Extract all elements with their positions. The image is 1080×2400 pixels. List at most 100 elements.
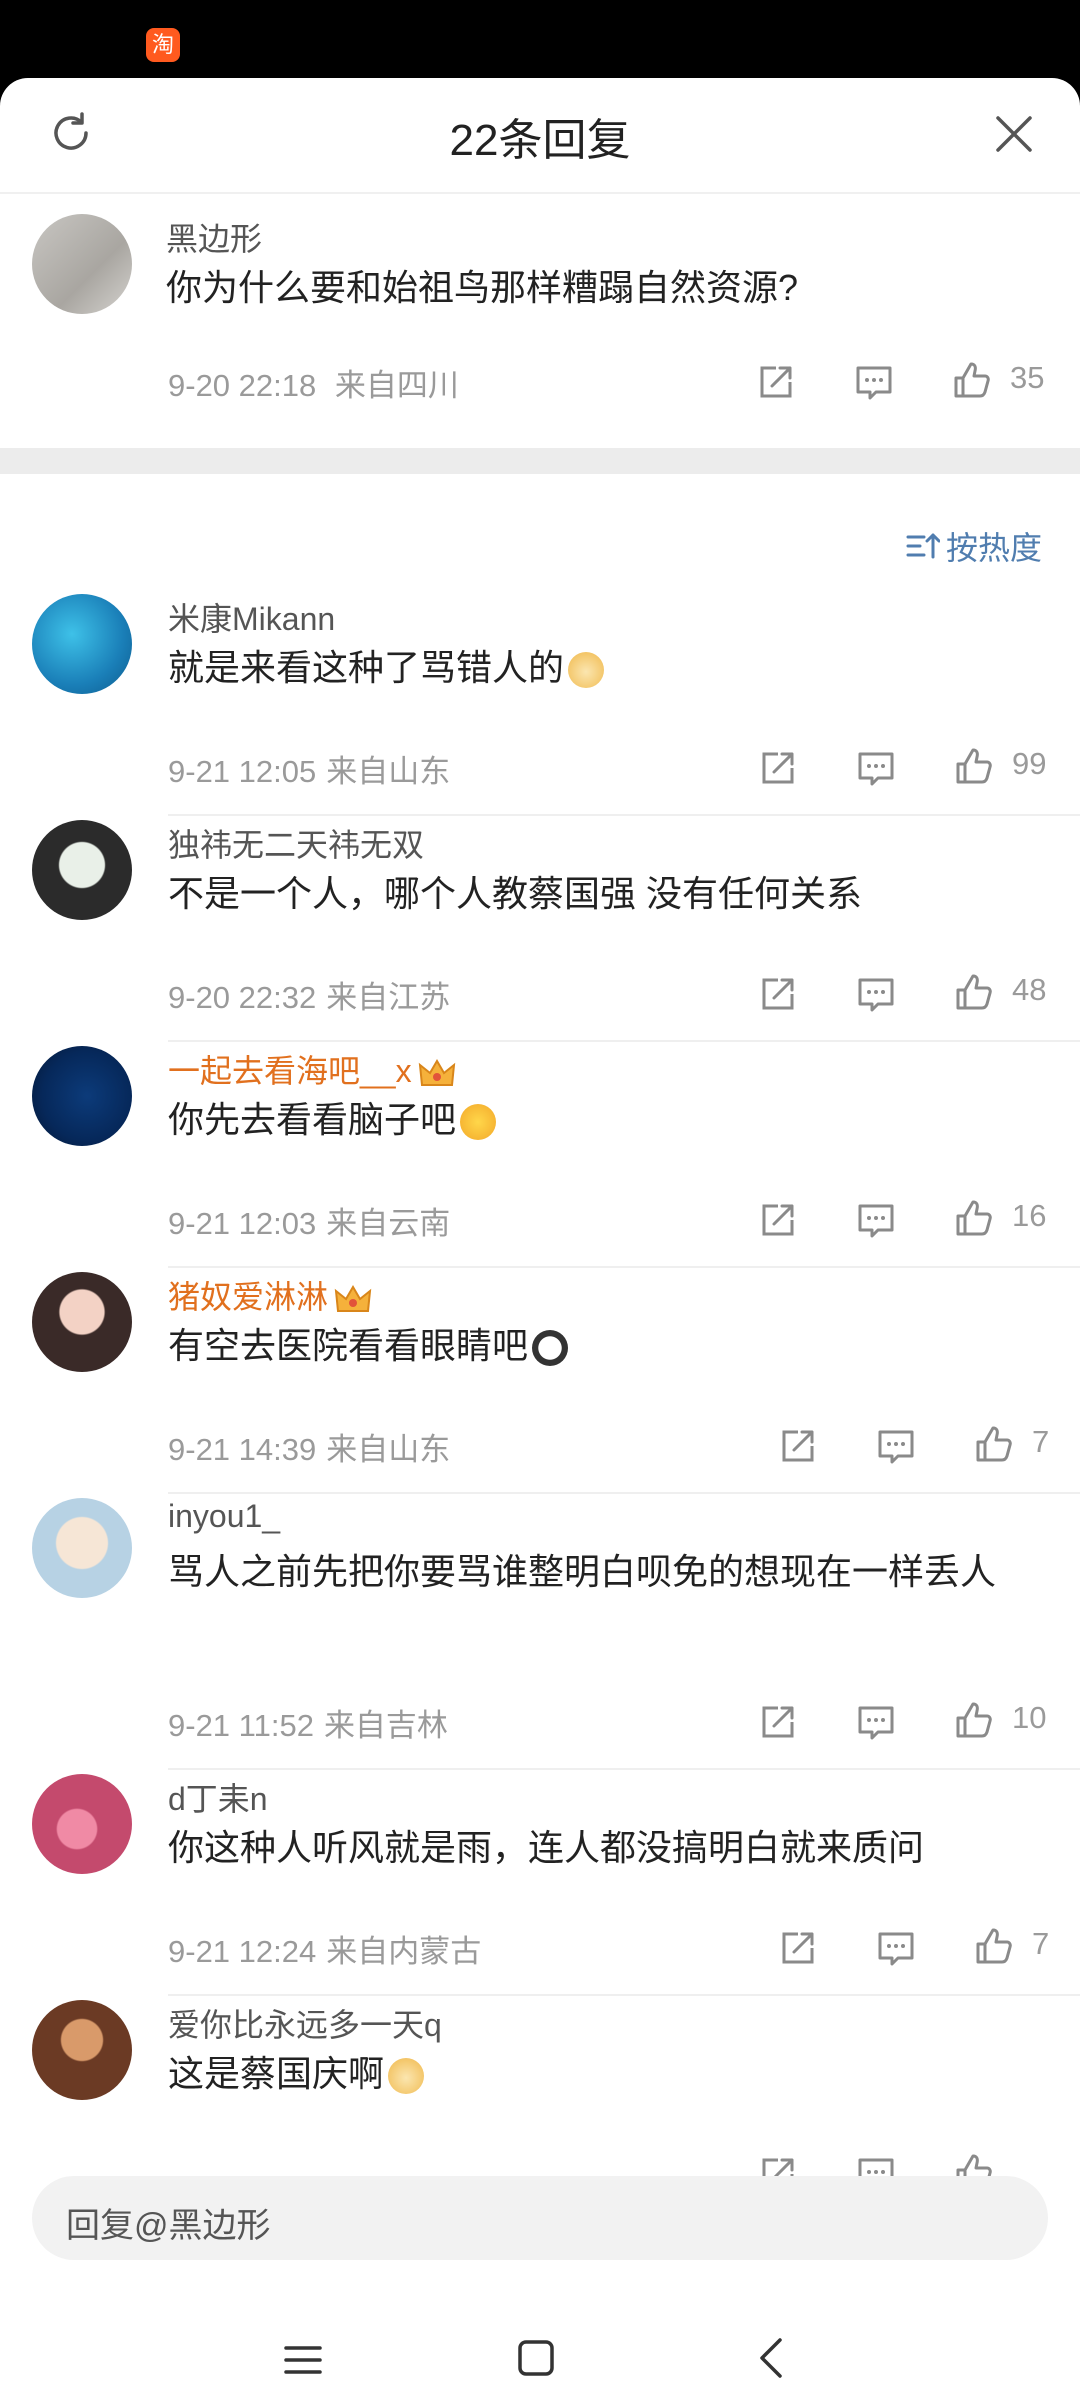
reply-text[interactable]: 你这种人听风就是雨，连人都没搞明白就来质问 — [168, 1820, 1068, 1876]
doge-emoji-icon — [568, 652, 605, 689]
avatar[interactable] — [32, 214, 132, 314]
location: 来自内蒙古 — [326, 1934, 482, 1969]
location: 来自山东 — [326, 1432, 451, 1467]
like-icon[interactable] — [950, 358, 994, 402]
laugh-cry-emoji-icon — [460, 1104, 497, 1141]
like-count: 48 — [1012, 972, 1047, 1007]
reply-row: d丁耒n 你这种人听风就是雨，连人都没搞明白就来质问 9-21 12:24 来自内蒙古… — [0, 1770, 1080, 1996]
panda-emoji-icon — [532, 1330, 569, 1367]
reply-username[interactable]: inyou1_ — [168, 1498, 280, 1535]
reply-row: 米康Mikann 就是来看这种了骂错人的 9-21 12:05 来自山东 99 — [0, 590, 1080, 816]
reply-username[interactable]: 独祎无二天祎无双 — [168, 820, 424, 866]
share-icon[interactable] — [756, 1700, 800, 1744]
sheet-title: 22条回复 — [449, 116, 631, 165]
comment-icon[interactable] — [874, 1926, 918, 1970]
timestamp: 9-20 22:18 — [168, 368, 317, 403]
reply-input-placeholder: 回复@黑边形 — [66, 2207, 271, 2245]
avatar[interactable] — [32, 1272, 132, 1372]
reply-text[interactable]: 有空去医院看看眼睛吧 — [168, 1318, 1068, 1374]
reply-meta: 9-21 12:24 来自内蒙古 — [168, 1926, 481, 1971]
avatar[interactable] — [32, 594, 132, 694]
sort-by-heat-button[interactable]: 按热度 — [906, 524, 1042, 568]
location: 来自四川 — [334, 368, 459, 403]
like-count: 7 — [1032, 1926, 1050, 1961]
reply-username[interactable]: 一起去看海吧__x — [168, 1046, 456, 1092]
comment-icon[interactable] — [854, 1700, 898, 1744]
timestamp: 9-21 11:52 — [168, 1708, 314, 1743]
avatar[interactable] — [32, 820, 132, 920]
share-icon[interactable] — [776, 1926, 820, 1970]
share-icon[interactable] — [756, 746, 800, 790]
reply-username[interactable]: d丁耒n — [168, 1774, 268, 1820]
like-icon[interactable] — [972, 1422, 1016, 1466]
like-icon[interactable] — [952, 744, 996, 788]
reply-username[interactable]: 猪奴爱淋淋 — [168, 1272, 372, 1318]
like-count: 99 — [1012, 746, 1047, 781]
reply-row: 猪奴爱淋淋 有空去医院看看眼睛吧 9-21 14:39 来自山东 7 — [0, 1268, 1080, 1494]
sort-label: 按热度 — [946, 530, 1043, 566]
reply-meta: 9-20 22:32 来自江苏 — [168, 972, 450, 1017]
system-nav-bar — [0, 2318, 1080, 2400]
taobao-app-icon: 淘 — [146, 28, 180, 62]
status-bar: 淘 — [0, 0, 1080, 78]
comment-icon[interactable] — [852, 360, 896, 404]
root-username[interactable]: 黑边形 — [166, 214, 262, 260]
sort-icon — [906, 533, 940, 559]
comment-icon[interactable] — [854, 746, 898, 790]
root-comment-text[interactable]: 你为什么要和始祖鸟那样糟蹋自然资源? — [166, 260, 1046, 316]
share-icon[interactable] — [754, 360, 798, 404]
timestamp: 9-21 12:24 — [168, 1934, 317, 1969]
reply-row: 一起去看海吧__x 你先去看看脑子吧 9-21 12:03 来自云南 16 — [0, 1042, 1080, 1268]
reply-username[interactable]: 米康Mikann — [168, 594, 335, 640]
section-divider — [0, 448, 1080, 474]
location: 来自云南 — [326, 1206, 451, 1241]
reply-meta: 9-21 12:05 来自山东 — [168, 746, 450, 791]
comment-icon[interactable] — [854, 972, 898, 1016]
like-count: 35 — [1010, 360, 1045, 395]
back-icon[interactable] — [752, 2336, 792, 2380]
like-count: 10 — [1012, 1700, 1047, 1735]
reply-row: inyou1_ 骂人之前先把你要骂谁整明白呗免的想现在一样丢人 9-21 11:52… — [0, 1494, 1080, 1770]
like-count: 7 — [1032, 1424, 1050, 1459]
reply-text[interactable]: 就是来看这种了骂错人的 — [168, 640, 1068, 696]
reply-meta: 9-21 11:52 来自吉林 — [168, 1700, 448, 1745]
replies-sheet: 22条回复 黑边形 你为什么要和始祖鸟那样糟蹋自然资源? 9-20 22:18 … — [0, 78, 1080, 2400]
reply-meta: 9-21 12:03 来自云南 — [168, 1198, 450, 1243]
home-icon[interactable] — [516, 2338, 556, 2378]
reply-text[interactable]: 这是蔡国庆啊 — [168, 2046, 1068, 2102]
comment-icon[interactable] — [874, 1424, 918, 1468]
reply-username[interactable]: 爱你比永远多一天q — [168, 2000, 442, 2046]
avatar[interactable] — [32, 2000, 132, 2100]
reply-text[interactable]: 不是一个人，哪个人教蔡国强 没有任何关系 — [168, 866, 1068, 922]
avatar[interactable] — [32, 1046, 132, 1146]
share-icon[interactable] — [756, 1198, 800, 1242]
sheet-header: 22条回复 — [0, 78, 1080, 194]
like-icon[interactable] — [952, 1698, 996, 1742]
location: 来自江苏 — [326, 980, 451, 1015]
location: 来自山东 — [326, 754, 451, 789]
timestamp: 9-20 22:32 — [168, 980, 317, 1015]
comment-icon[interactable] — [854, 1198, 898, 1242]
reply-meta: 9-21 14:39 来自山东 — [168, 1424, 450, 1469]
root-comment: 黑边形 你为什么要和始祖鸟那样糟蹋自然资源? 9-20 22:18 来自四川 3… — [0, 194, 1080, 444]
timestamp: 9-21 12:03 — [168, 1206, 317, 1241]
reply-input[interactable]: 回复@黑边形 — [32, 2176, 1048, 2260]
like-icon[interactable] — [952, 970, 996, 1014]
timestamp: 9-21 12:05 — [168, 754, 317, 789]
reply-text[interactable]: 你先去看看脑子吧 — [168, 1092, 1068, 1148]
reply-row: 独祎无二天祎无双 不是一个人，哪个人教蔡国强 没有任何关系 9-20 22:32 来自… — [0, 816, 1080, 1042]
avatar[interactable] — [32, 1774, 132, 1874]
menu-icon[interactable] — [282, 2340, 324, 2380]
like-count: 16 — [1012, 1198, 1047, 1233]
timestamp: 9-21 14:39 — [168, 1432, 317, 1467]
close-icon[interactable] — [992, 112, 1036, 156]
share-icon[interactable] — [756, 972, 800, 1016]
doge-emoji-icon — [388, 2058, 425, 2095]
root-meta: 9-20 22:18 来自四川 — [168, 360, 459, 405]
like-icon[interactable] — [952, 1196, 996, 1240]
vip-crown-icon — [334, 1284, 372, 1312]
like-icon[interactable] — [972, 1924, 1016, 1968]
share-icon[interactable] — [776, 1424, 820, 1468]
reply-text[interactable]: 骂人之前先把你要骂谁整明白呗免的想现在一样丢人 — [168, 1544, 1048, 1600]
avatar[interactable] — [32, 1498, 132, 1598]
